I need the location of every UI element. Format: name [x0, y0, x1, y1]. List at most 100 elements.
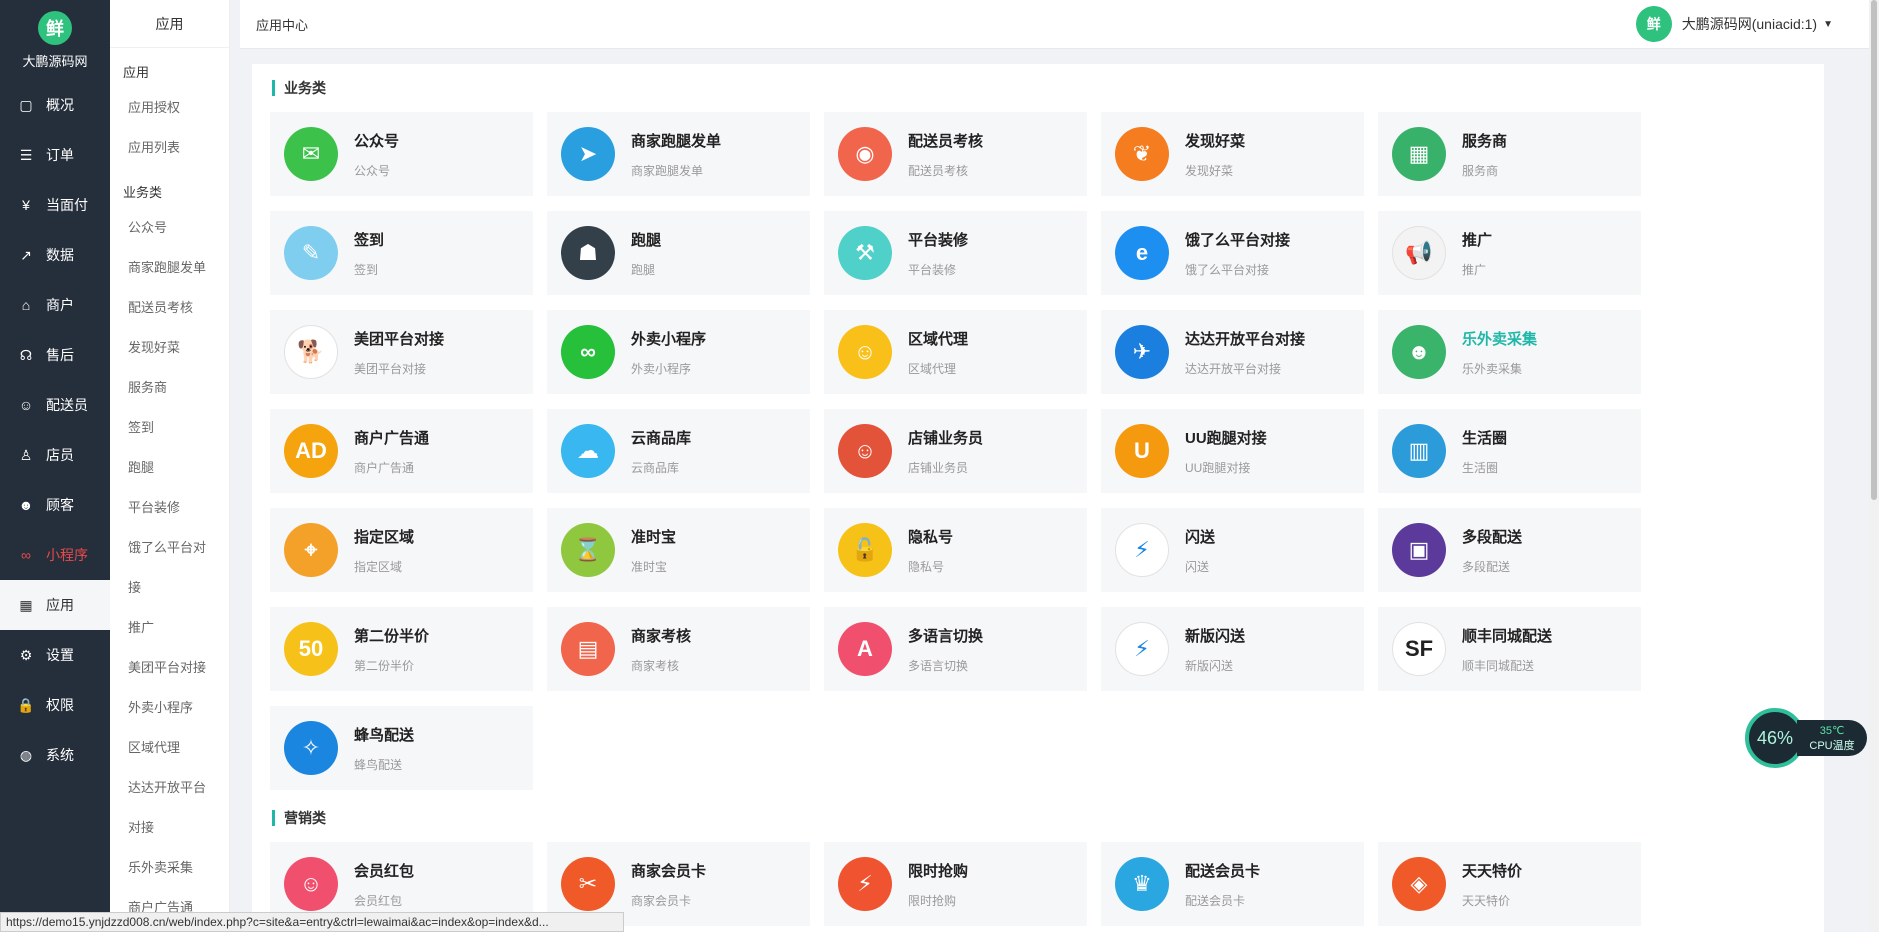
nav-item-2[interactable]: ¥ 当面付	[0, 180, 110, 230]
nav-item-label: 售后	[46, 347, 74, 363]
app-name: 商家考核	[631, 627, 692, 645]
app-card[interactable]: ▥ 生活圈 生活圈	[1378, 409, 1641, 493]
nav-item-label: 系统	[46, 747, 74, 763]
app-card[interactable]: ☗ 跑腿 跑腿	[547, 211, 810, 295]
lock-icon: 🔒	[17, 696, 35, 713]
app-card[interactable]: ◉ 配送员考核 配送员考核	[824, 112, 1087, 196]
app-icon: ⌛	[561, 523, 615, 577]
submenu-item[interactable]: 跑腿	[110, 448, 229, 488]
app-card[interactable]: ∞ 外卖小程序 外卖小程序	[547, 310, 810, 394]
app-icon: ☗	[561, 226, 615, 280]
app-card[interactable]: ➤ 商家跑腿发单 商家跑腿发单	[547, 112, 810, 196]
submenu-item[interactable]: 推广	[110, 608, 229, 648]
app-card[interactable]: ☻ 乐外卖采集 乐外卖采集	[1378, 310, 1641, 394]
submenu-item[interactable]: 应用列表	[110, 128, 229, 168]
app-card[interactable]: ♛ 配送会员卡 配送会员卡	[1101, 842, 1364, 926]
app-card[interactable]: ✉ 公众号 公众号	[270, 112, 533, 196]
nav-item-13[interactable]: ◍ 系统	[0, 730, 110, 780]
app-name: 美团平台对接	[354, 330, 445, 348]
app-card[interactable]: e 饿了么平台对接 饿了么平台对接	[1101, 211, 1364, 295]
nav-item-8[interactable]: ☻ 顾客	[0, 480, 110, 530]
scrollbar-thumb[interactable]	[1871, 0, 1877, 500]
cpu-widget[interactable]: 46% 35℃ CPU温度	[1745, 708, 1870, 768]
submenu-item[interactable]: 达达开放平台对接	[110, 768, 210, 848]
app-desc: 美团平台对接	[354, 361, 427, 376]
submenu-item[interactable]: 外卖小程序	[110, 688, 229, 728]
app-card[interactable]: ⚡ 新版闪送 新版闪送	[1101, 607, 1364, 691]
app-desc: 多语言切换	[908, 658, 969, 673]
brand-name: 大鹏源码网	[22, 53, 88, 69]
app-card[interactable]: A 多语言切换 多语言切换	[824, 607, 1087, 691]
app-desc: 商家会员卡	[631, 893, 692, 908]
app-card[interactable]: U UU跑腿对接 UU跑腿对接	[1101, 409, 1364, 493]
app-card[interactable]: ⌖ 指定区域 指定区域	[270, 508, 533, 592]
app-icon: ⌖	[284, 523, 338, 577]
app-desc: 发现好菜	[1185, 163, 1234, 178]
app-name: 隐私号	[908, 528, 954, 546]
submenu-item[interactable]: 签到	[110, 408, 229, 448]
app-card[interactable]: SF 顺丰同城配送 顺丰同城配送	[1378, 607, 1641, 691]
app-icon: ▥	[1392, 424, 1446, 478]
app-card[interactable]: ▣ 多段配送 多段配送	[1378, 508, 1641, 592]
app-card[interactable]: ◈ 天天特价 天天特价	[1378, 842, 1641, 926]
app-name: 达达开放平台对接	[1185, 330, 1306, 348]
app-desc: 平台装修	[908, 262, 957, 277]
app-card[interactable]: 📢 推广 推广	[1378, 211, 1641, 295]
submenu-item[interactable]: 平台装修	[110, 488, 229, 528]
submenu-item[interactable]: 应用授权	[110, 88, 229, 128]
submenu-group: 业务类	[123, 185, 163, 200]
nav-item-5[interactable]: ☊ 售后	[0, 330, 110, 380]
submenu: 应用 应用 应用授权 应用列表 业务类 公众号 商家跑腿发单 配送员考核 发现好菜 服务商 签到跑…	[110, 0, 230, 932]
submenu-item[interactable]: 发现好菜	[110, 328, 229, 368]
app-card[interactable]: 50 第二份半价 第二份半价	[270, 607, 533, 691]
app-card[interactable]: ▦ 服务商 服务商	[1378, 112, 1641, 196]
nav-item-label: 数据	[46, 247, 74, 263]
nav-item-6[interactable]: ☺ 配送员	[0, 380, 110, 430]
submenu-item[interactable]: 公众号	[110, 208, 229, 248]
app-icon: ▣	[1392, 523, 1446, 577]
submenu-item[interactable]: 服务商	[110, 368, 229, 408]
app-card[interactable]: ✧ 蜂鸟配送 蜂鸟配送	[270, 706, 533, 790]
app-card[interactable]: ☁ 云商品库 云商品库	[547, 409, 810, 493]
store-icon: ⌂	[21, 297, 31, 313]
nav-item-1[interactable]: ☰ 订单	[0, 130, 110, 180]
app-icon: ☺	[284, 857, 338, 911]
nav-item-0[interactable]: ▢ 概况	[0, 80, 110, 130]
app-card[interactable]: ⚡ 限时抢购 限时抢购	[824, 842, 1087, 926]
app-card[interactable]: 🐕 美团平台对接 美团平台对接	[270, 310, 533, 394]
submenu-item[interactable]: 乐外卖采集	[110, 848, 229, 888]
nav-item-3[interactable]: ↗ 数据	[0, 230, 110, 280]
app-name: 公众号	[354, 132, 400, 150]
nav-item-label: 应用	[46, 597, 74, 613]
nav-item-12[interactable]: 🔒 权限	[0, 680, 110, 730]
app-desc: 饿了么平台对接	[1185, 262, 1270, 277]
app-card[interactable]: ⚒ 平台装修 平台装修	[824, 211, 1087, 295]
nav-item-11[interactable]: ⚙ 设置	[0, 630, 110, 680]
app-desc: 蜂鸟配送	[354, 757, 403, 772]
app-card[interactable]: ⌛ 准时宝 准时宝	[547, 508, 810, 592]
app-card[interactable]: AD 商户广告通 商户广告通	[270, 409, 533, 493]
app-card[interactable]: ✈ 达达开放平台对接 达达开放平台对接	[1101, 310, 1364, 394]
app-card[interactable]: ✎ 签到 签到	[270, 211, 533, 295]
submenu-item[interactable]: 美团平台对接	[110, 648, 229, 688]
app-card[interactable]: ❦ 发现好菜 发现好菜	[1101, 112, 1364, 196]
nav-item-9[interactable]: ∞ 小程序	[0, 530, 110, 580]
submenu-item[interactable]: 商家跑腿发单	[110, 248, 229, 288]
app-card[interactable]: ☺ 店铺业务员 店铺业务员	[824, 409, 1087, 493]
app-card[interactable]: ☺ 区域代理 区域代理	[824, 310, 1087, 394]
app-icon: ⚡	[838, 857, 892, 911]
app-card[interactable]: 🔓 隐私号 隐私号	[824, 508, 1087, 592]
user-menu[interactable]: 鲜 大鹏源码网(uniacid:1) ▼	[1635, 6, 1853, 42]
nav-item-7[interactable]: ♙ 店员	[0, 430, 110, 480]
submenu-item[interactable]: 区域代理	[110, 728, 229, 768]
nav-item-4[interactable]: ⌂ 商户	[0, 280, 110, 330]
submenu-item[interactable]: 饿了么平台对接	[110, 528, 210, 608]
app-card[interactable]: ▤ 商家考核 商家考核	[547, 607, 810, 691]
nav-item-10[interactable]: ▦ 应用	[0, 580, 110, 630]
brand[interactable]: 鲜 大鹏源码网	[0, 0, 110, 80]
scrollbar[interactable]	[1869, 0, 1879, 932]
app-card[interactable]: ⚡ 闪送 闪送	[1101, 508, 1364, 592]
app-desc: 天天特价	[1462, 893, 1511, 908]
nav-item-label: 权限	[46, 697, 74, 713]
submenu-item[interactable]: 配送员考核	[110, 288, 229, 328]
